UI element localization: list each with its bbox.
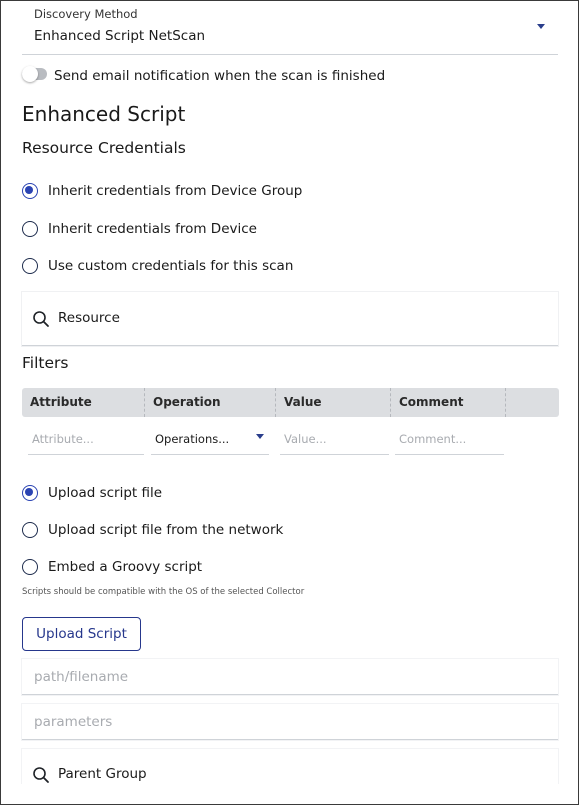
column-header-comment: Comment bbox=[391, 388, 506, 417]
parameters-placeholder: parameters bbox=[34, 714, 113, 730]
radio-upload-from-network[interactable] bbox=[22, 522, 38, 538]
caret-down-icon[interactable] bbox=[537, 24, 545, 29]
parent-group-search-input[interactable]: Parent Group bbox=[22, 749, 558, 789]
column-header-attribute: Attribute bbox=[22, 388, 145, 417]
radio-embed-groovy[interactable] bbox=[22, 559, 38, 575]
toggle-knob[interactable] bbox=[22, 66, 38, 82]
radio-label-inherit-device-group: Inherit credentials from Device Group bbox=[48, 183, 303, 199]
parent-group-search-text: Parent Group bbox=[58, 766, 147, 782]
search-icon bbox=[33, 311, 49, 327]
radio-custom-credentials[interactable] bbox=[22, 258, 38, 274]
upload-script-button[interactable]: Upload Script bbox=[22, 617, 141, 651]
resource-search-input[interactable]: Resource bbox=[22, 292, 558, 346]
radio-label-upload-from-network: Upload script file from the network bbox=[48, 522, 284, 538]
operation-select-text: Operations... bbox=[155, 432, 230, 446]
discovery-method-value: Enhanced Script NetScan bbox=[34, 28, 206, 44]
attribute-input[interactable]: Attribute... bbox=[28, 425, 144, 455]
radio-label-upload-script-file: Upload script file bbox=[48, 485, 163, 501]
radio-inherit-device[interactable] bbox=[22, 221, 38, 237]
parameters-field[interactable]: parameters bbox=[22, 704, 558, 740]
search-icon bbox=[33, 767, 49, 783]
column-header-operation: Operation bbox=[145, 388, 276, 417]
value-input[interactable]: Value... bbox=[280, 425, 389, 455]
path-filename-field[interactable]: path/filename bbox=[22, 659, 558, 695]
radio-label-inherit-device: Inherit credentials from Device bbox=[48, 221, 257, 237]
radio-label-custom-credentials: Use custom credentials for this scan bbox=[48, 258, 294, 274]
path-filename-placeholder: path/filename bbox=[34, 669, 129, 685]
bottom-edge bbox=[1, 784, 578, 804]
resource-search-text: Resource bbox=[58, 310, 120, 326]
radio-upload-script-file[interactable] bbox=[22, 485, 38, 501]
operation-select[interactable]: Operations... bbox=[151, 425, 269, 455]
discovery-method-label: Discovery Method bbox=[34, 7, 138, 21]
caret-down-icon[interactable] bbox=[256, 434, 264, 439]
email-notification-label: Send email notification when the scan is… bbox=[54, 68, 386, 84]
column-header-value: Value bbox=[276, 388, 391, 417]
comment-input[interactable]: Comment... bbox=[395, 425, 504, 455]
filters-table-header: Attribute Operation Value Comment bbox=[22, 388, 559, 417]
netscan-form: Discovery Method Enhanced Script NetScan… bbox=[0, 0, 579, 805]
discovery-method-select[interactable]: Discovery Method Enhanced Script NetScan bbox=[22, 1, 558, 55]
section-title: Enhanced Script bbox=[22, 102, 186, 126]
credentials-title: Resource Credentials bbox=[22, 139, 186, 157]
radio-label-embed-groovy: Embed a Groovy script bbox=[48, 559, 203, 575]
filters-title: Filters bbox=[22, 354, 69, 372]
script-compat-hint: Scripts should be compatible with the OS… bbox=[22, 587, 305, 597]
radio-inherit-device-group[interactable] bbox=[22, 183, 38, 199]
